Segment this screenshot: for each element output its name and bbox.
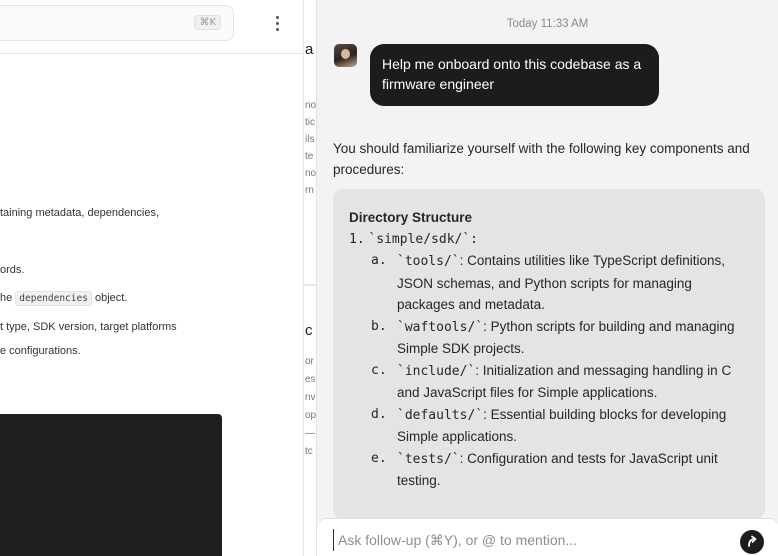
followup-bar [317, 518, 778, 556]
assistant-intro: You should familiarize yourself with the… [333, 141, 750, 177]
text-fragment: c ( [305, 322, 316, 339]
left-panel: ⌘K taining metadata, dependencies, ords.… [0, 0, 303, 556]
assistant-answer-card: Directory Structure 1. `simple/sdk/`: a.… [333, 189, 765, 519]
more-options-icon[interactable] [268, 10, 286, 36]
directory-path: `waftools/` [397, 319, 484, 335]
subitem-letter: b. [371, 318, 387, 334]
chat-panel: Today 11:33 AM Help me onboard onto this… [316, 0, 778, 556]
avatar [334, 44, 357, 67]
chat-timestamp: Today 11:33 AM [506, 18, 589, 30]
text-fragment: no [305, 100, 316, 111]
doc-line: ords. [0, 264, 25, 276]
subitem-letter: e. [371, 450, 387, 466]
subitem-letter: d. [371, 406, 387, 422]
text-fragment: nv [305, 392, 316, 403]
text-fragment: tic [305, 117, 315, 128]
send-arrow-icon [748, 535, 757, 547]
text-fragment: tc [305, 446, 313, 457]
subitem-letter: c. [371, 362, 387, 378]
directory-path: `tools/` [397, 254, 460, 269]
search-shortcut-badge: ⌘K [194, 15, 221, 30]
list-number: 1. [349, 231, 365, 247]
directory-path: `defaults/` [397, 407, 484, 423]
text-fragment: op [305, 410, 316, 421]
subitem-letter: a. [371, 253, 387, 268]
middle-panel-bottom: c ( or es nv op — tc [303, 286, 316, 556]
doc-line: t type, SDK version, target platforms [0, 321, 177, 333]
text-fragment: — [305, 428, 315, 439]
search-box[interactable]: ⌘K [0, 5, 234, 41]
directory-path: `include/` [397, 363, 476, 379]
list-subitem: a. `tools/`: Contains utilities like Typ… [349, 250, 753, 316]
doc-line: e configurations. [0, 345, 81, 357]
list-subitem: b. `waftools/`: Python scripts for build… [349, 316, 753, 360]
assistant-answer: Directory Structure 1. `simple/sdk/`: a.… [349, 207, 753, 492]
doc-line-text: he [0, 292, 16, 304]
text-fragment: a [305, 41, 314, 58]
send-button[interactable] [740, 530, 764, 554]
inline-code: dependencies [15, 291, 92, 306]
list-subitem: d. `defaults/`: Essential building block… [349, 404, 753, 448]
text-fragment: no [305, 168, 316, 179]
user-message: Help me onboard onto this codebase as a … [370, 44, 659, 106]
middle-panel: a no tic ils te no rn c ( or es nv op — … [303, 0, 316, 556]
list-subitem: c. `include/`: Initialization and messag… [349, 360, 753, 404]
answer-heading: Directory Structure [349, 210, 473, 225]
directory-path: `tests/` [397, 451, 460, 467]
text-fragment: rn [305, 185, 314, 196]
text-fragment: or [305, 356, 314, 367]
directory-path: `simple/sdk/`: [368, 231, 478, 247]
list-item: 1. `simple/sdk/`: [349, 229, 753, 251]
followup-input[interactable] [333, 529, 723, 551]
text-fragment: ils [305, 134, 315, 145]
divider [0, 53, 303, 54]
doc-line: he dependencies object. [0, 291, 128, 306]
text-fragment: te [305, 151, 314, 162]
doc-line: taining metadata, dependencies, [0, 207, 160, 219]
text-fragment: es [305, 374, 316, 385]
code-block [0, 414, 222, 556]
middle-panel-top: a no tic ils te no rn [303, 0, 316, 284]
list-subitem: e. `tests/`: Configuration and tests for… [349, 448, 753, 492]
doc-line-text: object. [91, 292, 128, 304]
